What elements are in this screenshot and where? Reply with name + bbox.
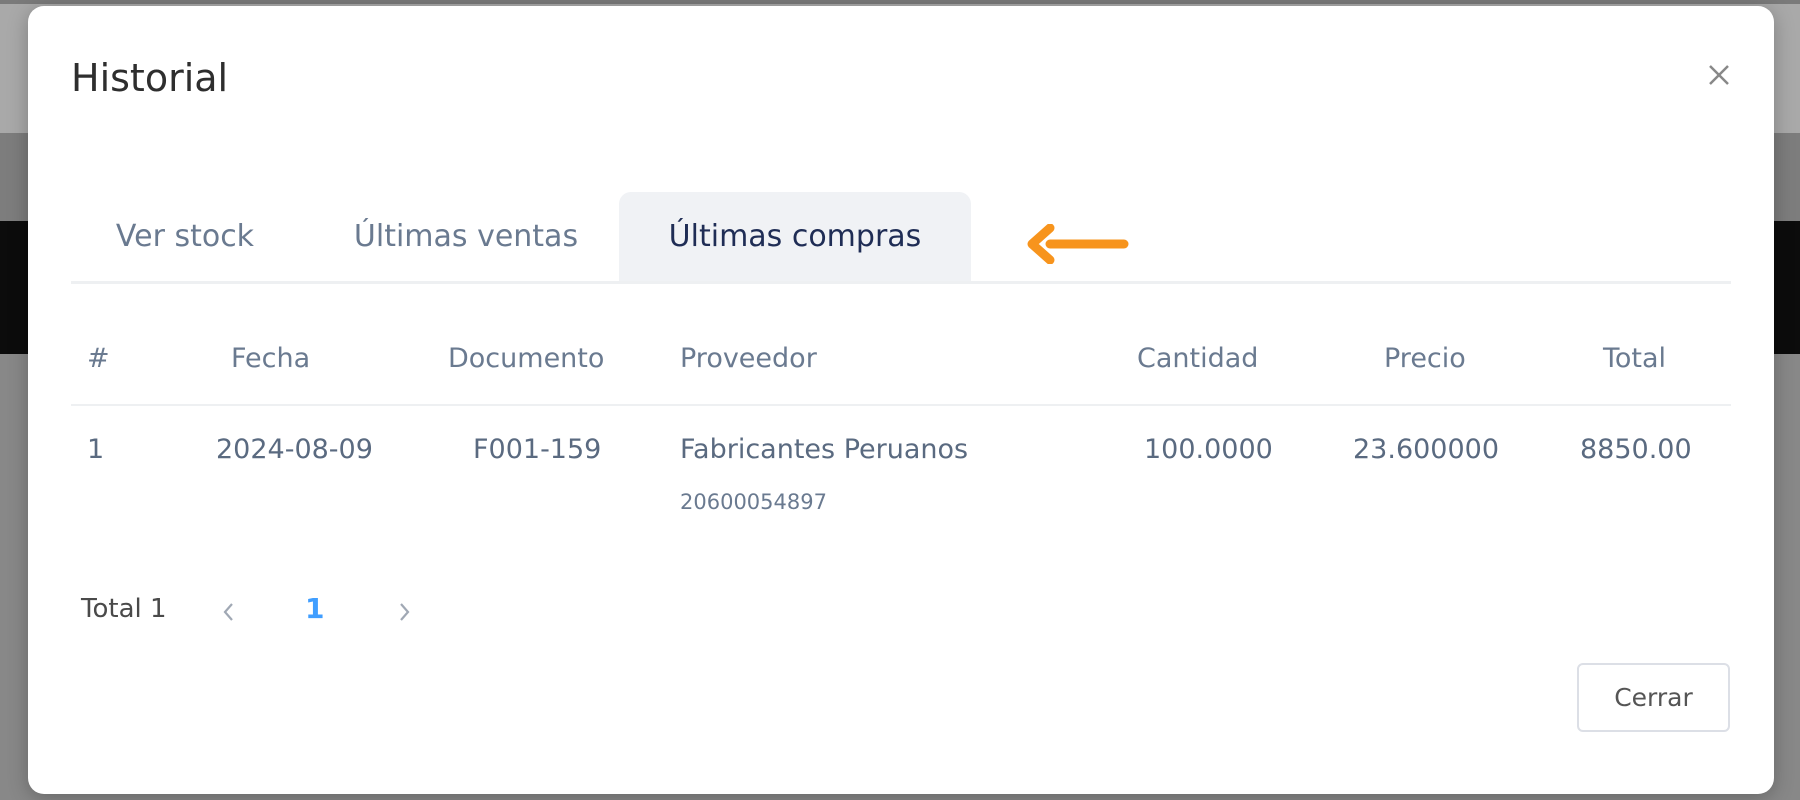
table-header-row: # Fecha Documento Proveedor Cantidad Pre… [71, 321, 1731, 406]
chevron-right-icon[interactable] [392, 598, 416, 626]
cell-documento: F001-159 [473, 434, 602, 465]
header-precio: Precio [1384, 343, 1466, 374]
pagination-total: Total 1 [81, 594, 167, 624]
cell-precio: 23.600000 [1353, 434, 1500, 465]
table-row: 1 2024-08-09 F001-159 Fabricantes Peruan… [71, 406, 1731, 536]
chevron-left-icon[interactable] [217, 598, 241, 626]
close-icon[interactable] [1702, 58, 1736, 92]
cell-index: 1 [87, 434, 105, 465]
header-proveedor: Proveedor [680, 343, 817, 374]
cell-proveedor: Fabricantes Peruanos [680, 434, 969, 465]
cell-total: 8850.00 [1580, 434, 1692, 465]
header-fecha: Fecha [231, 343, 311, 374]
header-total: Total [1603, 343, 1667, 374]
cell-proveedor-ruc: 20600054897 [680, 490, 827, 514]
tab-ver-stock[interactable]: Ver stock [71, 192, 299, 281]
cell-cantidad: 100.0000 [1144, 434, 1273, 465]
tab-ultimas-ventas[interactable]: Últimas ventas [321, 192, 611, 281]
cell-fecha: 2024-08-09 [216, 434, 373, 465]
header-documento: Documento [448, 343, 605, 374]
pagination: Total 1 1 [81, 590, 481, 630]
historial-modal: Historial Ver stock Últimas ventas Últim… [28, 6, 1774, 794]
tab-ultimas-compras[interactable]: Últimas compras [619, 192, 971, 281]
pagination-page-1[interactable]: 1 [305, 592, 324, 625]
compras-table: # Fecha Documento Proveedor Cantidad Pre… [71, 321, 1731, 536]
modal-title: Historial [71, 56, 229, 100]
cerrar-button[interactable]: Cerrar [1577, 663, 1730, 732]
header-cantidad: Cantidad [1137, 343, 1259, 374]
arrow-left-icon [1027, 224, 1129, 264]
tabs-bar: Ver stock Últimas ventas Últimas compras [71, 192, 1731, 284]
header-index: # [87, 343, 110, 374]
